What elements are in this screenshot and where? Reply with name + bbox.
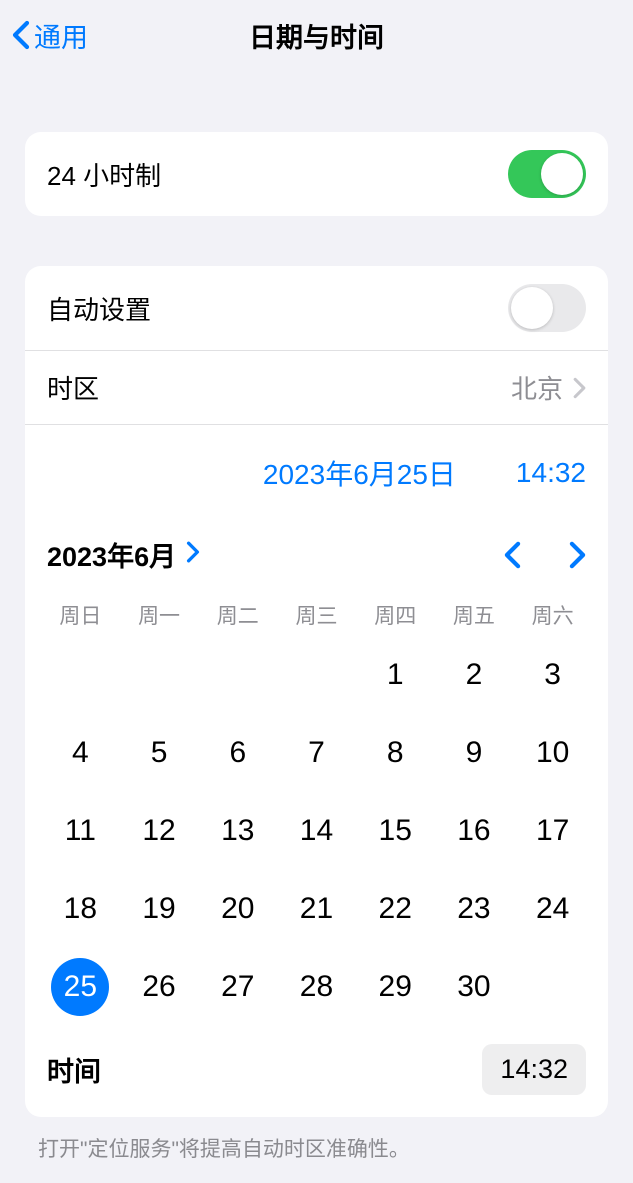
weekday-label: 周一 (120, 594, 199, 636)
label-time: 时间 (47, 1050, 101, 1089)
calendar-day[interactable]: 17 (513, 792, 592, 870)
time-picker[interactable]: 14:32 (482, 1044, 586, 1095)
calendar-day[interactable]: 25 (41, 948, 120, 1026)
calendar-day[interactable]: 28 (277, 948, 356, 1026)
calendar-day[interactable]: 30 (435, 948, 514, 1026)
toggle-knob (541, 153, 583, 195)
calendar-day[interactable]: 15 (356, 792, 435, 870)
next-month-button[interactable] (569, 541, 586, 569)
calendar-day[interactable]: 13 (198, 792, 277, 870)
calendar-empty-cell (198, 636, 277, 714)
value-timezone: 北京 (511, 369, 563, 406)
month-selector[interactable]: 2023年6月 (47, 535, 200, 574)
calendar-day[interactable]: 14 (277, 792, 356, 870)
calendar-day[interactable]: 6 (198, 714, 277, 792)
weekday-label: 周三 (277, 594, 356, 636)
section-24hour: 24 小时制 (25, 132, 608, 216)
calendar-day[interactable]: 19 (120, 870, 199, 948)
month-nav (504, 541, 586, 569)
calendar-header: 2023年6月 (25, 511, 608, 594)
row-24hour: 24 小时制 (25, 132, 608, 216)
calendar-day[interactable]: 23 (435, 870, 514, 948)
calendar-empty-cell (277, 636, 356, 714)
calendar-day[interactable]: 22 (356, 870, 435, 948)
calendar-day[interactable]: 18 (41, 870, 120, 948)
label-24hour: 24 小时制 (47, 156, 161, 193)
calendar-day[interactable]: 26 (120, 948, 199, 1026)
weekday-label: 周二 (198, 594, 277, 636)
calendar-day[interactable]: 29 (356, 948, 435, 1026)
toggle-knob (511, 287, 553, 329)
calendar-day[interactable]: 4 (41, 714, 120, 792)
calendar-day[interactable]: 24 (513, 870, 592, 948)
calendar-day[interactable]: 11 (41, 792, 120, 870)
weekday-label: 周六 (513, 594, 592, 636)
calendar-day[interactable]: 1 (356, 636, 435, 714)
chevron-right-icon (573, 377, 586, 399)
calendar-day[interactable]: 7 (277, 714, 356, 792)
weekday-header: 周日周一周二周三周四周五周六 (25, 594, 608, 636)
section-datetime: 自动设置 时区 北京 2023年6月25日 14:32 2023年6月 (25, 266, 608, 1117)
calendar-empty-cell (120, 636, 199, 714)
calendar-day[interactable]: 12 (120, 792, 199, 870)
prev-month-button[interactable] (504, 541, 521, 569)
back-button[interactable]: 通用 (12, 16, 88, 55)
calendar-grid: 1234567891011121314151617181920212223242… (25, 636, 608, 1034)
nav-bar: 通用 日期与时间 (0, 0, 633, 70)
date-display[interactable]: 2023年6月25日 (263, 453, 456, 493)
toggle-24hour[interactable] (508, 150, 586, 198)
footer-note: 打开"定位服务"将提高自动时区准确性。 (0, 1117, 633, 1163)
calendar-day[interactable]: 8 (356, 714, 435, 792)
weekday-label: 周日 (41, 594, 120, 636)
calendar-day[interactable]: 3 (513, 636, 592, 714)
chevron-left-icon (12, 20, 30, 50)
row-auto-set: 自动设置 (25, 266, 608, 351)
weekday-label: 周四 (356, 594, 435, 636)
calendar-day[interactable]: 27 (198, 948, 277, 1026)
chevron-right-icon (186, 539, 200, 570)
calendar-day[interactable]: 10 (513, 714, 592, 792)
time-display[interactable]: 14:32 (516, 457, 586, 489)
calendar-day[interactable]: 9 (435, 714, 514, 792)
row-picker-summary: 2023年6月25日 14:32 (25, 425, 608, 511)
back-label: 通用 (34, 16, 88, 55)
month-label: 2023年6月 (47, 535, 176, 574)
label-auto-set: 自动设置 (47, 290, 151, 327)
calendar-day[interactable]: 20 (198, 870, 277, 948)
weekday-label: 周五 (435, 594, 514, 636)
row-timezone[interactable]: 时区 北京 (25, 351, 608, 425)
page-title: 日期与时间 (249, 16, 384, 55)
toggle-auto-set[interactable] (508, 284, 586, 332)
calendar-empty-cell (41, 636, 120, 714)
calendar-day[interactable]: 16 (435, 792, 514, 870)
calendar-day[interactable]: 2 (435, 636, 514, 714)
calendar-day[interactable]: 5 (120, 714, 199, 792)
label-timezone: 时区 (47, 369, 99, 406)
row-time: 时间 14:32 (25, 1034, 608, 1117)
calendar-day[interactable]: 21 (277, 870, 356, 948)
